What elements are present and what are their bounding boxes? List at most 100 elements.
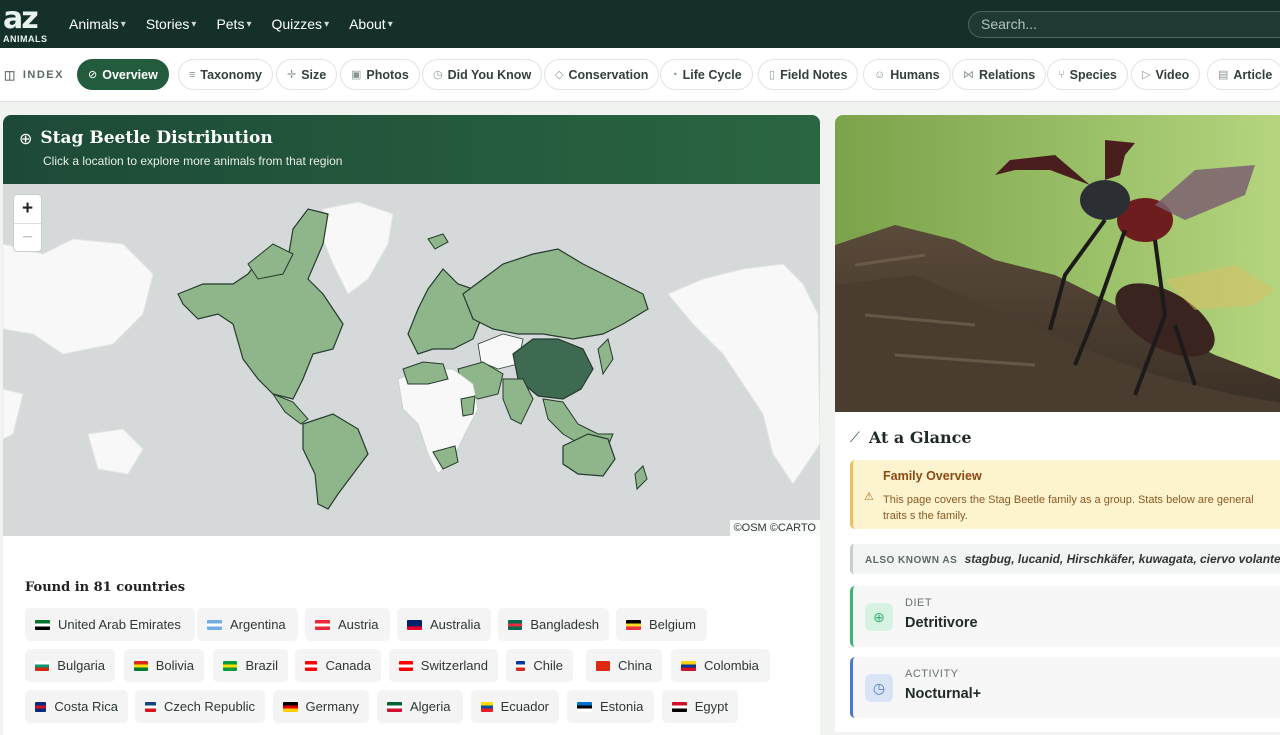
nav-about[interactable]: About ▾ <box>349 16 393 32</box>
flag-icon <box>681 660 696 671</box>
tab-label: Taxonomy <box>200 67 263 82</box>
also-known-as-label: ALSO KNOWN AS <box>865 555 958 566</box>
country-name: Austria <box>338 617 379 632</box>
flag-icon <box>315 619 330 630</box>
tab-photos[interactable]: ▣ Photos <box>340 59 420 90</box>
search-input[interactable]: Search... <box>968 11 1280 38</box>
flag-icon <box>407 619 422 630</box>
nav-quizzes-label: Quizzes <box>271 16 323 32</box>
image-icon: ▣ <box>351 69 362 81</box>
country-chip[interactable]: Estonia <box>567 690 654 723</box>
country-chip[interactable]: Argentina <box>197 608 298 641</box>
country-chip[interactable]: United Arab Emirates <box>25 608 195 641</box>
chevron-down-icon: ▾ <box>387 18 393 30</box>
flag-icon <box>145 701 156 712</box>
flag-icon <box>399 660 413 671</box>
chevron-down-icon: ▾ <box>120 18 126 30</box>
tab-label: Size <box>301 67 327 82</box>
land-north-africa <box>402 361 449 385</box>
tab-label: Photos <box>366 67 409 82</box>
country-chip[interactable]: Austria <box>305 608 390 641</box>
land-asia-left <box>3 238 154 355</box>
country-chip[interactable]: Algeria <box>377 690 463 723</box>
tab-humans[interactable]: ☺ Humans <box>863 59 951 90</box>
nav-pets[interactable]: Pets ▾ <box>216 16 251 32</box>
stat-value: Detritivore <box>905 615 978 631</box>
flag-icon <box>516 660 526 671</box>
compass-icon: ⊘ <box>88 69 98 81</box>
land-south-america <box>302 413 369 510</box>
tab-field-notes[interactable]: ▯ Field Notes <box>758 59 859 90</box>
nav-animals[interactable]: Animals ▾ <box>69 16 126 32</box>
stat-activity: ◷ ACTIVITY Nocturnal+ <box>850 657 1280 718</box>
countries-heading: Found in 81 countries <box>25 580 186 595</box>
zoom-out-button[interactable]: − <box>14 223 41 251</box>
nav-quizzes[interactable]: Quizzes ▾ <box>271 16 329 32</box>
land-australia <box>562 433 616 477</box>
list-icon: ≡ <box>189 68 196 81</box>
tab-life-cycle[interactable]: ◔ Life Cycle <box>660 59 753 90</box>
country-chip[interactable]: Brazil <box>213 649 288 682</box>
distribution-card: ⊕ Stag Beetle Distribution Click a locati… <box>3 115 820 735</box>
country-chip[interactable]: Belgium <box>616 608 707 641</box>
tab-label: Species <box>1069 67 1117 82</box>
clock-icon: ◔ <box>671 68 678 81</box>
country-name: Argentina <box>230 617 286 632</box>
tab-taxonomy[interactable]: ≡ Taxonomy <box>178 59 274 90</box>
tab-overview[interactable]: ⊘ Overview <box>77 59 169 90</box>
tab-did-you-know[interactable]: ◷ Did You Know <box>422 59 543 90</box>
zoom-in-button[interactable]: + <box>14 195 41 223</box>
country-chip[interactable]: Chile <box>506 649 573 682</box>
country-name: Canada <box>325 658 371 673</box>
flag-icon <box>577 701 592 712</box>
tab-article[interactable]: ▤ Article <box>1207 59 1280 90</box>
flag-icon <box>207 619 222 630</box>
stat-diet: ⊕ DIET Detritivore <box>850 586 1280 647</box>
tab-label: Article <box>1233 67 1273 82</box>
country-chip[interactable]: Bulgaria <box>25 649 115 682</box>
country-chip[interactable]: Bolivia <box>124 649 204 682</box>
country-chip[interactable]: Egypt <box>662 690 738 723</box>
map-attribution[interactable]: ©OSM ©CARTO <box>729 520 820 536</box>
country-chip[interactable]: China <box>586 649 662 682</box>
nav-about-label: About <box>349 16 386 32</box>
index-label-text: INDEX <box>22 69 64 81</box>
land-iceland <box>427 233 449 250</box>
globe-icon: ⊕ <box>19 128 33 148</box>
share-icon: ⋈ <box>963 69 974 81</box>
country-chip[interactable]: Canada <box>295 649 381 682</box>
country-name: Chile <box>533 658 563 673</box>
world-map[interactable]: + − ©OSM ©CARTO <box>3 184 820 536</box>
country-chip[interactable]: Australia <box>397 608 491 641</box>
tab-size[interactable]: ✛ Size <box>276 59 338 90</box>
country-chip[interactable]: Germany <box>273 690 369 723</box>
zoom-control: + − <box>13 194 42 252</box>
country-chip[interactable]: Switzerland <box>389 649 498 682</box>
nav-pets-label: Pets <box>216 16 245 32</box>
chevron-down-icon: ▾ <box>246 18 252 30</box>
main-nav: Animals ▾ Stories ▾ Pets ▾ Quizzes ▾ About ▾ <box>69 0 393 48</box>
land-east-africa <box>460 395 476 417</box>
country-name: Colombia <box>704 658 759 673</box>
leaf-icon: ⊕ <box>865 603 893 631</box>
nav-stories[interactable]: Stories ▾ <box>146 16 197 32</box>
country-name: Australia <box>430 617 481 632</box>
chart-line-icon: ⟋ <box>850 429 860 446</box>
country-chip[interactable]: Costa Rica <box>25 690 128 723</box>
land-greenland <box>322 201 394 295</box>
tab-species[interactable]: ⑂ Species <box>1047 59 1128 90</box>
country-name: Czech Republic <box>163 699 255 714</box>
family-overview-notice: ⚠ Family Overview This page covers the S… <box>850 460 1280 529</box>
country-chip[interactable]: Colombia <box>671 649 770 682</box>
document-icon: ▤ <box>1218 69 1229 81</box>
tab-conservation[interactable]: ◇ Conservation <box>544 59 660 90</box>
tab-video[interactable]: ▷ Video <box>1131 59 1201 90</box>
az-animals-logo[interactable]: az ANIMALS <box>3 4 53 45</box>
users-icon: ☺ <box>874 68 886 81</box>
country-chip[interactable]: Bangladesh <box>498 608 609 641</box>
country-chip[interactable]: Ecuador <box>471 690 559 723</box>
tab-relations[interactable]: ⋈ Relations <box>952 59 1047 90</box>
country-chip[interactable]: Czech Republic <box>135 690 265 723</box>
country-name: Brazil <box>245 658 278 673</box>
distribution-subtitle: Click a location to explore more animals… <box>43 154 343 168</box>
